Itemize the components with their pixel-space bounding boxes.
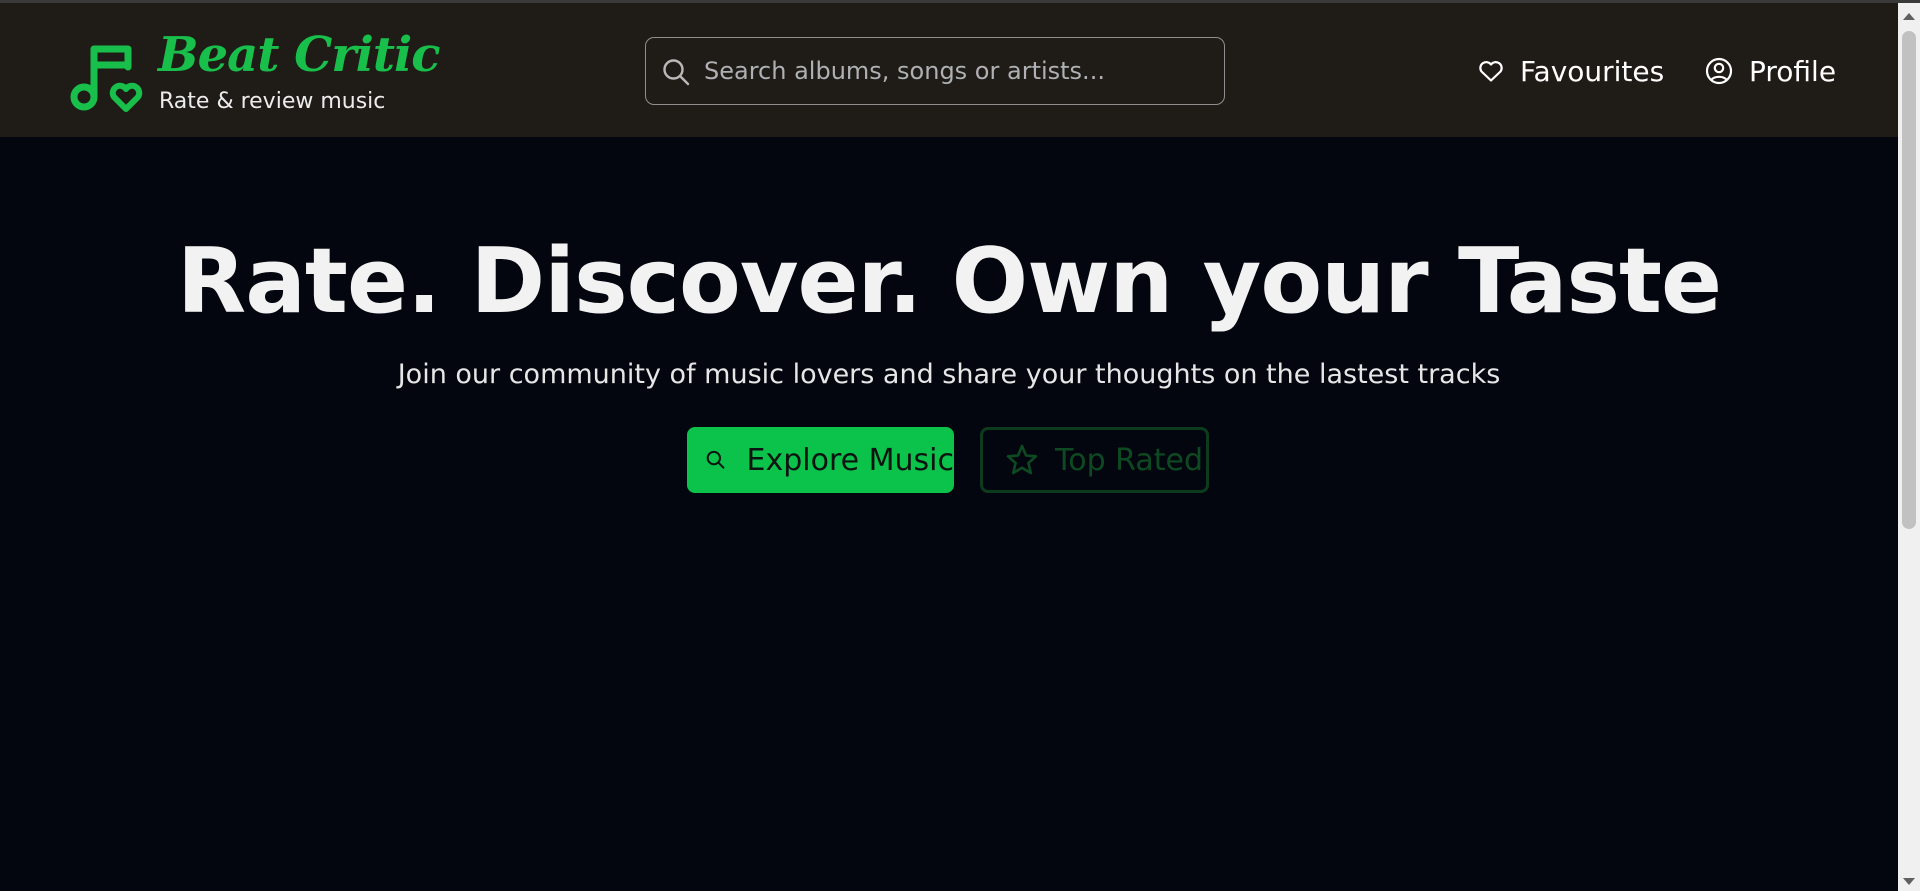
- brand-tagline: Rate & review music: [159, 89, 386, 114]
- top-rated-button[interactable]: Top Rated: [980, 427, 1209, 493]
- heart-icon: [1479, 61, 1503, 82]
- scrollbar-thumb[interactable]: [1902, 31, 1916, 529]
- search-box[interactable]: [645, 37, 1225, 105]
- explore-music-label: Explore Music: [746, 442, 954, 478]
- top-rated-label: Top Rated: [1055, 442, 1203, 478]
- profile-link[interactable]: Profile: [1705, 47, 1836, 95]
- music-note-heart-icon: [70, 45, 143, 112]
- hero-subtitle: Join our community of music lovers and s…: [397, 359, 1501, 390]
- scroll-down-arrow-icon[interactable]: [1903, 878, 1915, 885]
- top-navbar: Beat Critic Rate & review music Favourit…: [0, 3, 1898, 137]
- search-input[interactable]: [702, 38, 1202, 104]
- profile-label: Profile: [1749, 54, 1837, 88]
- hero-title: Rate. Discover. Own your Taste: [176, 229, 1722, 334]
- explore-music-button[interactable]: Explore Music: [687, 427, 954, 493]
- favourites-label: Favourites: [1520, 54, 1665, 88]
- vertical-scrollbar[interactable]: [1898, 3, 1920, 891]
- user-circle-icon: [1705, 57, 1733, 85]
- hero-section: Rate. Discover. Own your Taste Join our …: [0, 137, 1898, 891]
- star-icon: [1006, 444, 1038, 475]
- favourites-link[interactable]: Favourites: [1478, 47, 1664, 95]
- scroll-up-arrow-icon[interactable]: [1903, 13, 1915, 20]
- search-icon: [706, 450, 725, 469]
- brand-name: Beat Critic: [158, 27, 440, 83]
- search-icon: [663, 59, 690, 86]
